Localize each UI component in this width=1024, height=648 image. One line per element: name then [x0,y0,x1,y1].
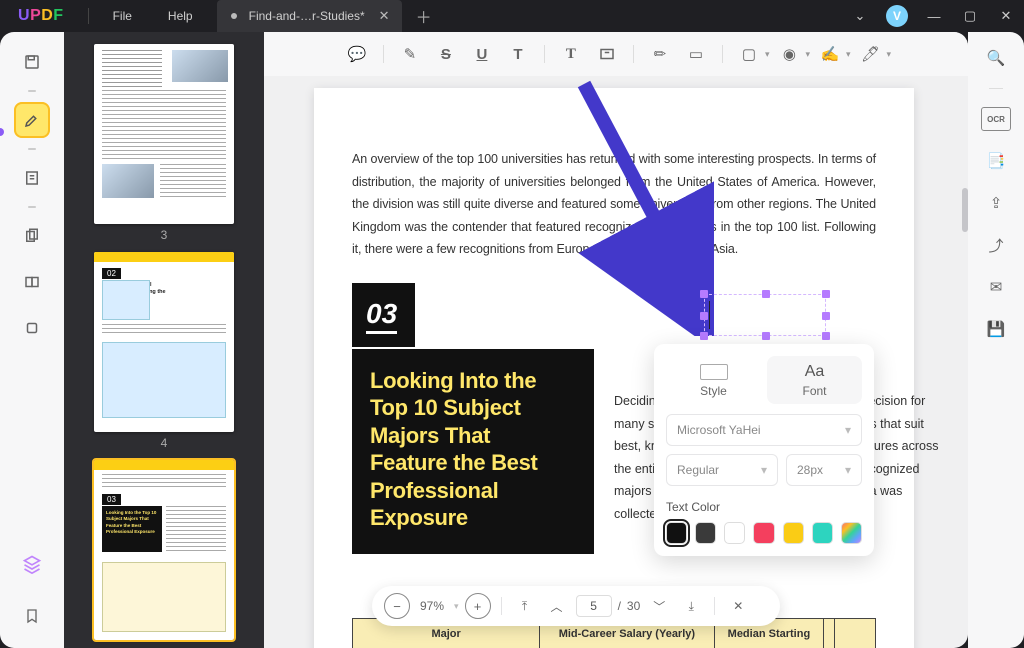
shape-rect-icon[interactable]: ▢ [733,40,765,68]
tools-icon[interactable] [14,264,50,300]
last-page-button[interactable]: ⤓ [678,593,704,619]
zoom-out-button[interactable]: − [384,593,410,619]
scrollbar-thumb[interactable] [962,188,968,232]
rail-indicator-dot [0,128,4,136]
strikethrough-icon[interactable]: S [430,40,462,68]
thumbnail-panel: 3 02 The 10 Best Global Universities Lea… [64,32,264,648]
window-maximize[interactable]: ▢ [952,8,988,24]
search-icon[interactable]: 🔍 [981,46,1011,70]
section-number: 03 [352,283,415,347]
color-swatch[interactable] [666,522,687,544]
window-minimize[interactable]: — [916,9,952,24]
color-swatch[interactable] [812,522,833,544]
window-close[interactable]: ✕ [988,8,1024,24]
annotate-toolbar: 💬 ✎ S U T T ✏ ▭ ▢▾ ◉▾ ✍▾ 🖊▾ [264,32,968,76]
mail-icon[interactable]: ✉ [981,275,1011,299]
close-nav-button[interactable]: ✕ [725,593,751,619]
body-paragraph: An overview of the top 100 universities … [352,148,876,261]
tab-title: Find-and-…r-Studies* [249,9,365,23]
underline-icon[interactable]: U [466,40,498,68]
thumb-num-4: 4 [84,436,244,450]
ocr-icon[interactable]: OCR [981,107,1011,131]
signature-icon[interactable]: ✍ [814,40,846,68]
export-icon[interactable]: ⇪ [981,191,1011,215]
squiggly-icon[interactable]: T [502,40,534,68]
new-textbox-selection[interactable] [704,294,826,336]
headline-box: Looking Into the Top 10 Subject Majors T… [352,349,594,554]
color-swatch[interactable] [695,522,716,544]
eraser-icon[interactable]: ▭ [680,40,712,68]
pages-icon[interactable] [14,218,50,254]
color-swatch-row [666,522,862,544]
new-tab-button[interactable]: ＋ [402,4,446,28]
page-total: 30 [627,599,640,613]
tab-close-icon[interactable]: ✕ [377,6,392,26]
thumb-num-3: 3 [84,228,244,242]
document-tab[interactable]: Find-and-…r-Studies* ✕ [217,0,402,32]
color-swatch[interactable] [783,522,804,544]
chevron-down-icon[interactable]: ⌄ [842,8,878,24]
color-swatch[interactable] [724,522,745,544]
stamp-icon[interactable]: ◉ [773,40,805,68]
prev-page-button[interactable]: ︿ [544,593,570,619]
marker-icon[interactable]: ✎ [394,40,426,68]
thumb5-tag: 03 [102,494,121,505]
tab-font[interactable]: AaFont [767,356,862,404]
dirty-dot-icon [231,13,237,19]
menu-help[interactable]: Help [150,9,211,23]
page-nav-bar: − 97% ▾ + ⤒ ︿ / 30 ﹀ ⤓ ✕ [372,586,780,626]
titlebar: UPDF File Help Find-and-…r-Studies* ✕ ＋ … [0,0,1024,32]
table-header [824,619,835,648]
font-family-select[interactable]: Microsoft YaHei▾ [666,414,862,446]
textbox-icon[interactable] [591,40,623,68]
menu-file[interactable]: File [95,9,150,23]
thumbnail-page-3[interactable] [94,44,234,224]
app-logo: UPDF [0,7,82,25]
text-properties-panel: Style AaFont Microsoft YaHei▾ Regular▾ 2… [654,344,874,556]
font-weight-select[interactable]: Regular▾ [666,454,778,486]
share-icon[interactable]: ⤴ [981,233,1011,257]
color-swatch[interactable] [841,522,862,544]
zoom-in-button[interactable]: + [465,593,491,619]
thumbnail-page-5[interactable]: 03 Looking Into the Top 10 Subject Major… [94,460,234,640]
page-sep: / [618,599,621,613]
next-page-button[interactable]: ﹀ [646,593,672,619]
compress-icon[interactable]: 📑 [981,149,1011,173]
layers-icon[interactable] [14,546,50,582]
font-size-select[interactable]: 28px▾ [786,454,862,486]
save-icon[interactable] [14,44,50,80]
edit-text-icon[interactable] [14,160,50,196]
zoom-value: 97% [416,599,448,613]
text-caret [709,301,710,329]
left-tool-rail [0,32,64,648]
comment-icon[interactable]: 💬 [341,40,373,68]
color-swatch[interactable] [753,522,774,544]
text-color-label: Text Color [666,500,862,514]
pencil-icon[interactable]: ✏ [644,40,676,68]
first-page-button[interactable]: ⤒ [512,593,538,619]
user-avatar[interactable]: V [886,5,908,27]
save-disk-icon[interactable]: 💾 [981,317,1011,341]
highlighter-icon[interactable] [14,102,50,138]
tab-style[interactable]: Style [666,356,761,404]
table-header [835,619,876,648]
thumbnail-page-4[interactable]: 02 The 10 Best Global Universities Leadi… [94,252,234,432]
sign-icon[interactable]: 🖊 [855,40,887,68]
headline-text: Looking Into the Top 10 Subject Majors T… [370,367,572,532]
page-number-input[interactable] [576,595,612,617]
bookmark-icon[interactable] [14,598,50,634]
document-viewport: 💬 ✎ S U T T ✏ ▭ ▢▾ ◉▾ ✍▾ 🖊▾ An overview … [264,32,968,648]
right-rail: 🔍 OCR 📑 ⇪ ⤴ ✉ 💾 [968,32,1024,648]
text-icon[interactable]: T [555,40,587,68]
crop-icon[interactable] [14,310,50,346]
thumb4-tag: 02 [102,268,121,279]
